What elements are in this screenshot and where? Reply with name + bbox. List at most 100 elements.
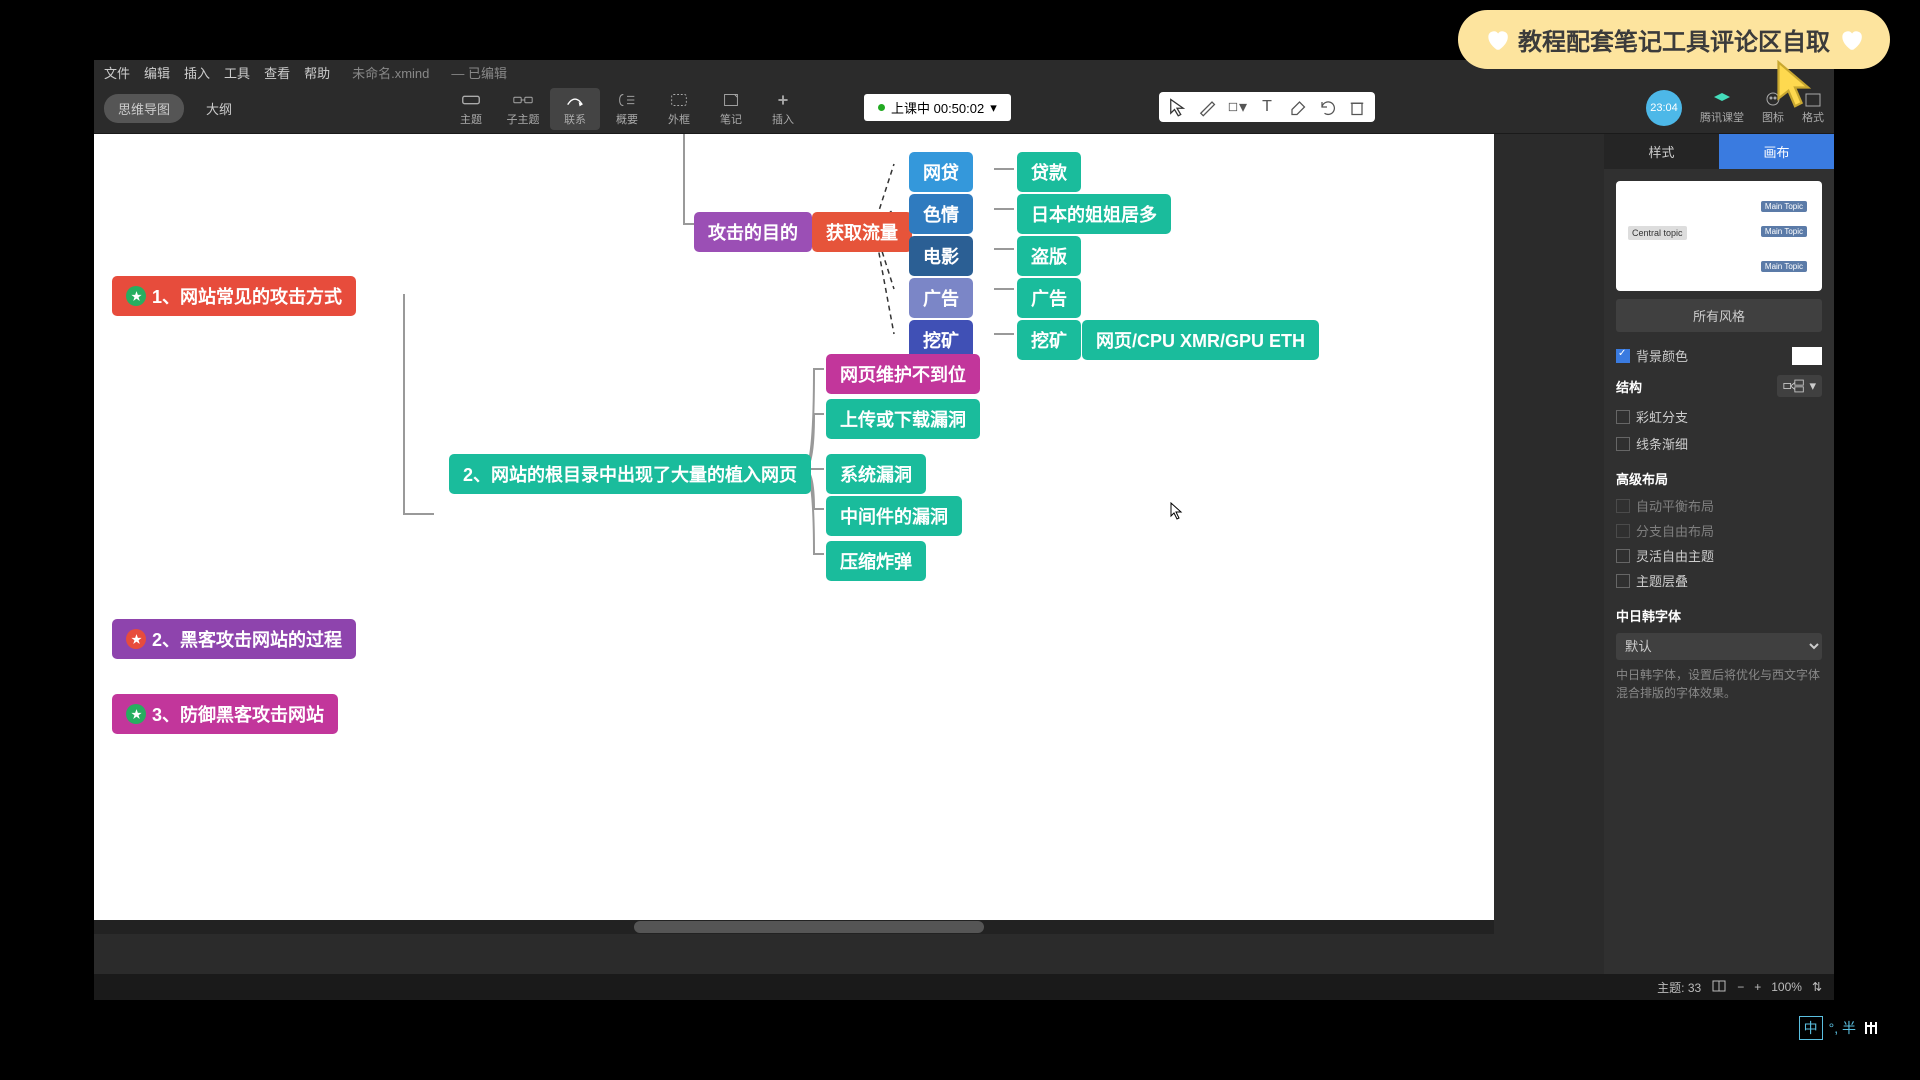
tab-canvas[interactable]: 画布 [1719, 134, 1834, 169]
all-styles-button[interactable]: 所有风格 [1616, 299, 1822, 332]
label-auto-balance: 自动平衡布局 [1636, 496, 1714, 515]
file-name: 未命名.xmind [352, 63, 429, 82]
zoom-out-button[interactable]: − [1737, 980, 1744, 994]
checkbox-overlap[interactable] [1616, 574, 1630, 588]
zoom-menu-icon[interactable]: ⇅ [1812, 980, 1822, 994]
undo-icon[interactable] [1317, 97, 1337, 117]
cursor-graphic [1770, 60, 1820, 120]
color-swatch[interactable] [1792, 347, 1822, 365]
node-mine-r2[interactable]: 网页/CPU XMR/GPU ETH [1082, 320, 1319, 360]
heart-icon [1838, 27, 1864, 53]
checkbox-tapered[interactable] [1616, 437, 1630, 451]
node-cause-3[interactable]: 系统漏洞 [826, 454, 926, 494]
canvas-area[interactable]: 1、网站常见的攻击方式 2、黑客攻击网站的过程 3、防御黑客攻击网站 攻击的目的… [94, 134, 1604, 974]
mouse-cursor [1170, 502, 1184, 520]
tool-topic[interactable]: 主题 [446, 88, 496, 130]
menu-edit[interactable]: 编辑 [144, 63, 170, 82]
avatar[interactable]: 23:04 [1646, 90, 1682, 126]
node-traffic[interactable]: 获取流量 [812, 212, 912, 252]
file-state: — 已编辑 [451, 63, 507, 82]
label-structure: 结构 [1616, 377, 1642, 396]
node-ad-r[interactable]: 广告 [1017, 278, 1081, 318]
tool-boundary[interactable]: 外框 [654, 88, 704, 130]
ime-icon [1862, 1020, 1880, 1036]
status-dot-icon [878, 104, 885, 111]
ime-mode: °, 半 [1829, 1018, 1856, 1038]
drawing-toolbar[interactable]: ▾ T [1159, 92, 1375, 122]
menu-file[interactable]: 文件 [104, 63, 130, 82]
topic-count: 主题: 33 [1657, 979, 1701, 996]
node-cause-5[interactable]: 压缩炸弹 [826, 541, 926, 581]
tool-summary[interactable]: 概要 [602, 88, 652, 130]
node-mine-r[interactable]: 挖矿 [1017, 320, 1081, 360]
app-window: 文件 编辑 插入 工具 查看 帮助 未命名.xmind — 已编辑 思维导图 大… [94, 60, 1834, 1000]
tab-style[interactable]: 样式 [1604, 134, 1719, 169]
label-tapered: 线条渐细 [1636, 434, 1688, 453]
node-porn-r[interactable]: 日本的姐姐居多 [1017, 194, 1171, 234]
node-movie[interactable]: 电影 [909, 236, 973, 276]
label-overlap: 主题层叠 [1636, 571, 1688, 590]
node-purpose[interactable]: 攻击的目的 [694, 212, 812, 252]
horizontal-scrollbar[interactable] [94, 920, 1494, 934]
node-ad[interactable]: 广告 [909, 278, 973, 318]
pen-icon[interactable] [1197, 97, 1217, 117]
trash-icon[interactable] [1347, 97, 1367, 117]
menu-view[interactable]: 查看 [264, 63, 290, 82]
text-icon[interactable]: T [1257, 97, 1277, 117]
node-loan[interactable]: 网贷 [909, 152, 973, 192]
node-root-dir[interactable]: 2、网站的根目录中出现了大量的植入网页 [449, 454, 811, 494]
pointer-icon[interactable] [1167, 97, 1187, 117]
node-section-2[interactable]: 2、黑客攻击网站的过程 [112, 619, 356, 659]
scrollbar-thumb[interactable] [634, 921, 984, 933]
node-cause-1[interactable]: 网页维护不到位 [826, 354, 980, 394]
checkbox-auto-balance [1616, 499, 1630, 513]
tab-mindmap[interactable]: 思维导图 [104, 94, 184, 123]
node-section-1[interactable]: 1、网站常见的攻击方式 [112, 276, 356, 316]
star-icon [126, 704, 146, 724]
tab-outline[interactable]: 大纲 [192, 94, 246, 123]
star-icon [126, 629, 146, 649]
label-rainbow: 彩虹分支 [1636, 407, 1688, 426]
checkbox-rainbow[interactable] [1616, 410, 1630, 424]
tool-relation[interactable]: 联系 [550, 88, 600, 130]
star-icon [126, 286, 146, 306]
label-flex-topic: 灵活自由主题 [1636, 546, 1714, 565]
heart-icon [1484, 27, 1510, 53]
shape-icon[interactable]: ▾ [1227, 97, 1247, 117]
promo-badge: 教程配套笔记工具评论区自取 [1458, 10, 1890, 69]
zoom-level: 100% [1771, 980, 1802, 994]
menu-insert[interactable]: 插入 [184, 63, 210, 82]
node-movie-r[interactable]: 盗版 [1017, 236, 1081, 276]
node-section-3[interactable]: 3、防御黑客攻击网站 [112, 694, 338, 734]
theme-preview[interactable]: Central topic Main Topic Main Topic Main… [1616, 181, 1822, 291]
tool-note[interactable]: 笔记 [706, 88, 756, 130]
structure-select[interactable]: ▾ [1777, 375, 1822, 397]
checkbox-flex-topic[interactable] [1616, 549, 1630, 563]
checkbox-branch-free [1616, 524, 1630, 538]
fit-icon[interactable] [1711, 979, 1727, 996]
label-adv-layout: 高级布局 [1616, 469, 1822, 488]
label-cjk-font: 中日韩字体 [1616, 606, 1822, 625]
zoom-in-button[interactable]: + [1754, 980, 1761, 994]
chevron-down-icon: ▾ [1809, 378, 1816, 394]
font-select[interactable]: 默认 [1616, 633, 1822, 660]
tool-subtopic[interactable]: 子主题 [498, 88, 548, 130]
eraser-icon[interactable] [1287, 97, 1307, 117]
label-branch-free: 分支自由布局 [1636, 521, 1714, 540]
checkbox-bg-color[interactable] [1616, 349, 1630, 363]
status-bar: 主题: 33 − + 100% ⇅ [94, 974, 1834, 1000]
node-loan-r[interactable]: 贷款 [1017, 152, 1081, 192]
menu-tool[interactable]: 工具 [224, 63, 250, 82]
ime-indicator[interactable]: 中 °, 半 [1799, 1016, 1880, 1040]
promo-text: 教程配套笔记工具评论区自取 [1518, 22, 1830, 57]
node-cause-4[interactable]: 中间件的漏洞 [826, 496, 962, 536]
class-status[interactable]: 上课中 00:50:02 ▾ [864, 94, 1011, 121]
node-cause-2[interactable]: 上传或下载漏洞 [826, 399, 980, 439]
menu-help[interactable]: 帮助 [304, 63, 330, 82]
connectors [94, 134, 1494, 934]
font-hint: 中日韩字体，设置后将优化与西文字体混合排版的字体效果。 [1616, 666, 1822, 702]
tool-insert[interactable]: 插入 [758, 88, 808, 130]
tencent-class-button[interactable]: 腾讯课堂 [1700, 91, 1744, 125]
toolbar: 思维导图 大纲 主题 子主题 联系 概要 外框 笔记 插入 上课中 00:50:… [94, 84, 1834, 134]
node-porn[interactable]: 色情 [909, 194, 973, 234]
